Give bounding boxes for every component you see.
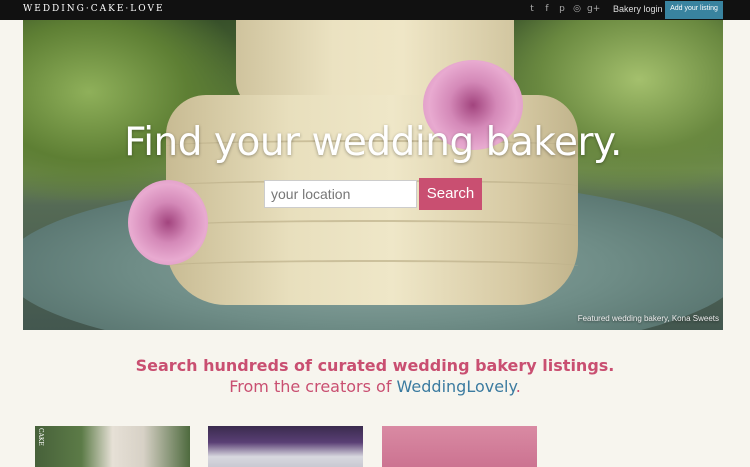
- tagline-subheading: From the creators of WeddingLovely.: [0, 376, 750, 397]
- tagline-suffix: .: [515, 377, 521, 396]
- hero-headline: Find your wedding bakery.: [124, 120, 622, 165]
- bakery-thumbnail[interactable]: CAKE: [35, 426, 190, 467]
- twitter-icon[interactable]: t: [527, 3, 537, 15]
- social-links: t f p ◎ g+: [527, 3, 600, 17]
- facebook-icon[interactable]: f: [542, 3, 552, 15]
- google-plus-icon[interactable]: g+: [587, 3, 600, 15]
- thumbnail-label: CAKE: [37, 428, 44, 446]
- location-search-input[interactable]: [264, 180, 417, 208]
- top-navigation-bar: WEDDING·CAKE·LOVE t f p ◎ g+ Bakery logi…: [0, 0, 750, 20]
- site-logo[interactable]: WEDDING·CAKE·LOVE: [23, 4, 165, 15]
- search-button[interactable]: Search: [419, 178, 482, 210]
- tagline: Search hundreds of curated wedding baker…: [0, 355, 750, 397]
- bakery-thumbnail[interactable]: [382, 426, 537, 467]
- cake-ruffle: [166, 260, 578, 272]
- tagline-heading: Search hundreds of curated wedding baker…: [135, 356, 615, 375]
- pink-flower: [128, 180, 208, 265]
- featured-bakery-caption[interactable]: Featured wedding bakery, Kona Sweets: [578, 314, 719, 323]
- instagram-icon[interactable]: ◎: [572, 3, 582, 15]
- pinterest-icon[interactable]: p: [557, 3, 567, 15]
- hero-banner: Find your wedding bakery. Search Feature…: [23, 20, 723, 330]
- add-listing-button[interactable]: Add your listing: [665, 1, 723, 19]
- bakery-thumbnail[interactable]: [208, 426, 363, 467]
- bakery-login-link[interactable]: Bakery login: [613, 4, 663, 15]
- tagline-prefix: From the creators of: [229, 377, 397, 396]
- cake-ruffle: [166, 220, 578, 232]
- weddinglovely-link[interactable]: WeddingLovely: [397, 377, 516, 396]
